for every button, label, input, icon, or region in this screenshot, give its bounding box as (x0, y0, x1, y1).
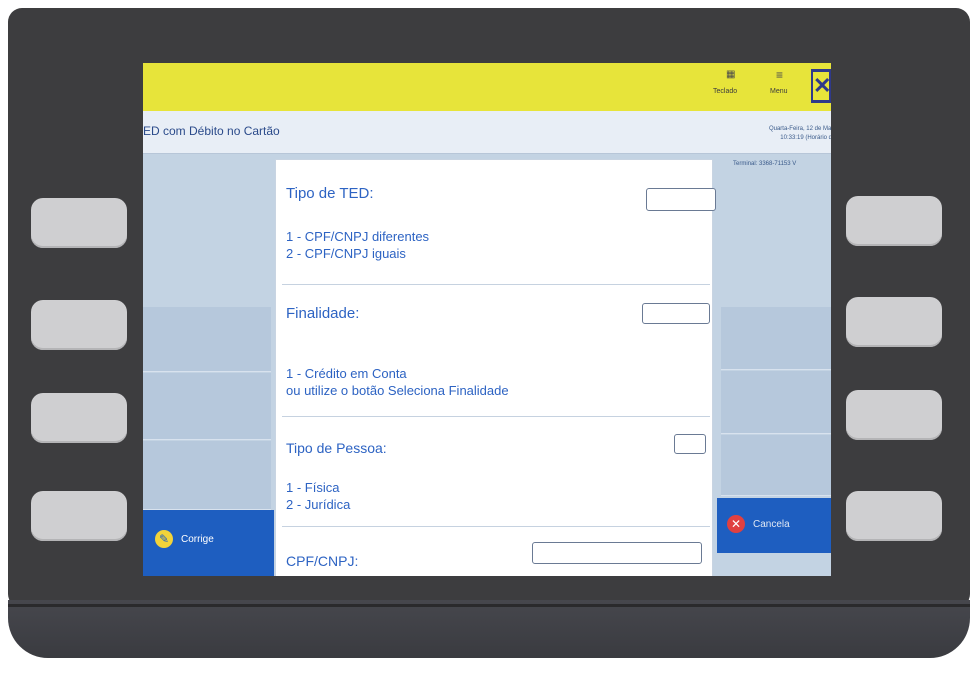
left-side-button-3[interactable] (31, 393, 127, 443)
left-side-button-2[interactable] (31, 300, 127, 350)
right-option-slot-4[interactable] (721, 435, 831, 496)
right-side-button-3[interactable] (846, 390, 942, 440)
finalidade-option-1: 1 - Crédito em Conta (286, 366, 407, 381)
datetime: Quarta-Feira, 12 de Maio d 10:33:19 (Hor… (731, 125, 831, 143)
menu-icon[interactable]: ≡ (776, 68, 783, 82)
right-option-slot-3[interactable] (721, 371, 831, 434)
left-side-button-1[interactable] (31, 198, 127, 248)
divider (282, 416, 710, 417)
tipo-ted-option-2: 2 - CPF/CNPJ iguais (286, 246, 406, 261)
tipo-ted-label: Tipo de TED: (286, 185, 374, 202)
corrige-button[interactable]: ✎ Corrige (143, 510, 274, 576)
tipo-pessoa-label: Tipo de Pessoa: (286, 440, 387, 456)
left-side-button-4[interactable] (31, 491, 127, 541)
logo-mark-icon: ✕ (813, 72, 831, 100)
finalidade-hint: ou utilize o botão Seleciona Finalidade (286, 383, 509, 398)
tipo-ted-input[interactable] (646, 188, 716, 211)
teclado-label[interactable]: Teclado (713, 88, 737, 95)
atm-lower-panel (8, 600, 970, 658)
tipo-pessoa-option-1: 1 - Física (286, 480, 340, 495)
top-bar: ▦ Teclado ≡ Menu ✕ (143, 63, 831, 111)
cpf-cnpj-label: CPF/CNPJ: (286, 553, 359, 569)
menu-label[interactable]: Menu (770, 88, 788, 95)
tipo-pessoa-option-2: 2 - Jurídica (286, 497, 351, 512)
left-option-slot-4[interactable] (143, 441, 271, 510)
close-icon: ✕ (727, 515, 745, 533)
pencil-icon: ✎ (155, 530, 173, 548)
corrige-label: Corrige (181, 534, 214, 545)
terminal-id: Terminal: 3368-71153 V (733, 161, 797, 167)
right-side-button-1[interactable] (846, 196, 942, 246)
title-bar: ED com Débito no Cartão Quarta-Feira, 12… (143, 111, 831, 154)
left-option-slot-2[interactable] (143, 307, 271, 372)
cpf-cnpj-input[interactable] (532, 542, 702, 564)
right-side-button-2[interactable] (846, 297, 942, 347)
cancela-label: Cancela (753, 519, 790, 530)
right-side-button-4[interactable] (846, 491, 942, 541)
cancela-button[interactable]: ✕ Cancela (717, 498, 831, 553)
keyboard-icon[interactable]: ▦ (726, 69, 735, 80)
atm-divider (8, 604, 970, 607)
finalidade-label: Finalidade: (286, 305, 360, 322)
right-option-slot-2[interactable] (721, 307, 831, 370)
divider (282, 284, 710, 285)
bank-logo: ✕ (811, 69, 831, 103)
finalidade-input[interactable] (642, 303, 710, 324)
time-line: 10:33:19 (Horário de B (780, 135, 831, 141)
left-option-slot-3[interactable] (143, 373, 271, 440)
tipo-pessoa-input[interactable] (674, 434, 706, 454)
date-line: Quarta-Feira, 12 de Maio d (768, 126, 831, 132)
divider (282, 526, 710, 527)
page-title: ED com Débito no Cartão (143, 124, 280, 138)
tipo-ted-option-1: 1 - CPF/CNPJ diferentes (286, 229, 430, 244)
atm-screen: ▦ Teclado ≡ Menu ✕ ED com Débito no Cart… (143, 63, 831, 576)
ted-form: Tipo de TED: 1 - CPF/CNPJ diferentes 2 -… (275, 159, 716, 576)
